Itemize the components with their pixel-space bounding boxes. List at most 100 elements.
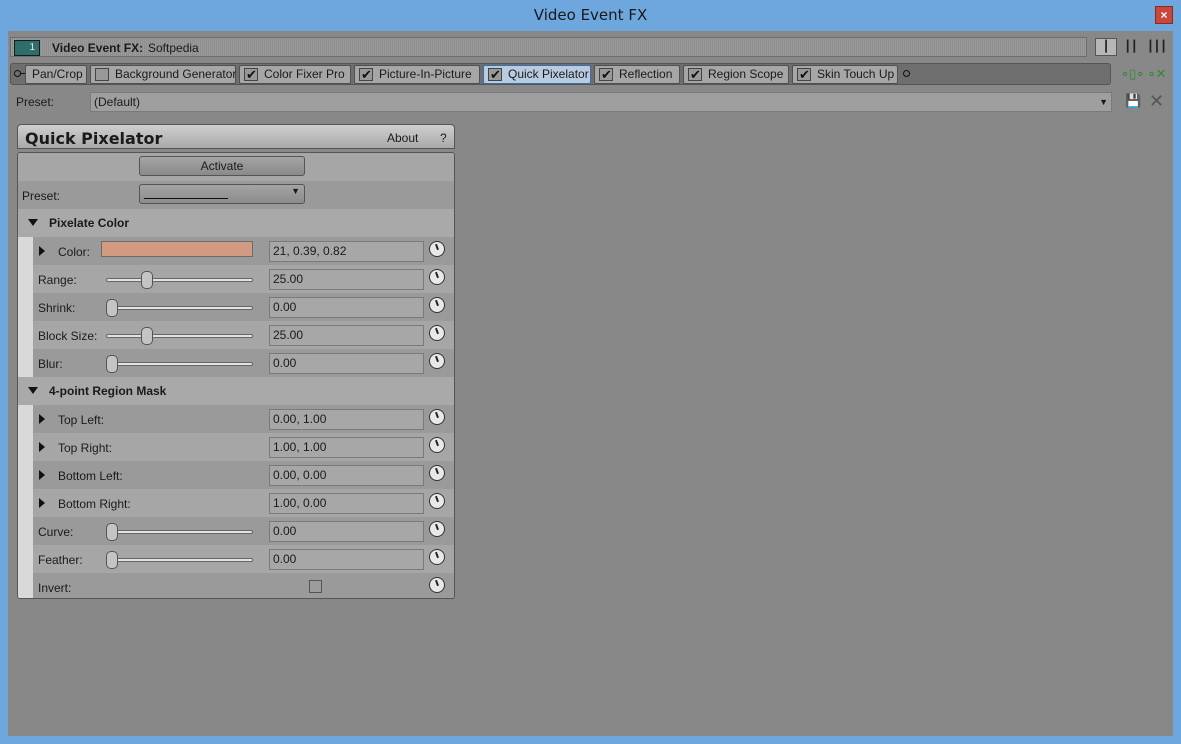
keyframe-clock-icon[interactable] xyxy=(429,353,445,369)
chain-remove-icon[interactable]: ∘✕ xyxy=(1147,66,1167,82)
row-gutter xyxy=(18,433,33,461)
fx-enable-checkbox[interactable] xyxy=(688,66,702,83)
fx-button[interactable]: Skin Touch Up xyxy=(792,65,898,84)
row-gutter xyxy=(18,517,33,545)
param-value-field[interactable]: 1.00, 1.00 xyxy=(269,437,424,458)
fx-button-label: Background Generator xyxy=(115,67,237,81)
slider-thumb[interactable] xyxy=(106,551,118,569)
keyframe-clock-icon[interactable] xyxy=(429,437,445,453)
param-slider[interactable] xyxy=(106,271,253,289)
param-value-field[interactable]: 0.00, 0.00 xyxy=(269,465,424,486)
fx-button-label: Picture-In-Picture xyxy=(379,67,472,81)
fx-enable-checkbox[interactable] xyxy=(599,66,613,83)
param-value-field[interactable]: 1.00, 0.00 xyxy=(269,493,424,514)
fx-header: 1 Video Event FX: Softpedia xyxy=(10,37,1087,57)
keyframe-clock-icon[interactable] xyxy=(429,241,445,257)
window-title: Video Event FX xyxy=(533,6,648,24)
keyframe-clock-icon[interactable] xyxy=(429,269,445,285)
row-gutter xyxy=(18,405,33,433)
invert-checkbox[interactable] xyxy=(309,580,322,593)
param-row: Top Right: 1.00, 1.00 xyxy=(18,433,454,461)
expand-triangle-icon[interactable] xyxy=(39,470,45,480)
fx-button[interactable]: Background Generator xyxy=(90,65,236,84)
fx-button-label: Reflection xyxy=(619,67,673,81)
param-value-field[interactable]: 0.00 xyxy=(269,353,424,374)
param-value-field[interactable]: 0.00 xyxy=(269,549,424,570)
slider-thumb[interactable] xyxy=(106,299,118,317)
fx-enable-checkbox[interactable] xyxy=(359,66,373,83)
delete-preset-icon[interactable]: ✕ xyxy=(1149,92,1164,110)
fx-enable-checkbox[interactable] xyxy=(488,66,502,83)
fx-enable-checkbox[interactable] xyxy=(95,68,109,81)
keyframe-clock-icon[interactable] xyxy=(429,549,445,565)
color-swatch[interactable] xyxy=(101,241,253,257)
track-icon: 1 xyxy=(14,40,40,56)
row-gutter xyxy=(18,237,33,265)
plugin-header: Quick Pixelator About ? xyxy=(17,124,455,149)
fx-enable-checkbox[interactable] xyxy=(244,66,258,83)
fx-button[interactable]: Reflection xyxy=(594,65,680,84)
preset-dropdown[interactable]: (Default) ▼ xyxy=(90,92,1112,112)
view-single-icon[interactable]: ┃ xyxy=(1095,38,1117,56)
collapse-triangle-icon[interactable] xyxy=(28,387,38,394)
plugin-preset-row: Preset: ▼ xyxy=(18,181,454,209)
section-title: 4-point Region Mask xyxy=(49,384,167,398)
help-link[interactable]: ? xyxy=(440,131,447,145)
fx-button[interactable]: Picture-In-Picture xyxy=(354,65,480,84)
fx-button[interactable]: Color Fixer Pro xyxy=(239,65,351,84)
fx-button-label: Region Scope xyxy=(708,67,784,81)
section-header[interactable]: Pixelate Color xyxy=(18,209,454,237)
chain-end-icon xyxy=(903,70,910,77)
slider-thumb[interactable] xyxy=(106,523,118,541)
keyframe-clock-icon[interactable] xyxy=(429,521,445,537)
keyframe-clock-icon[interactable] xyxy=(429,297,445,313)
expand-triangle-icon[interactable] xyxy=(39,442,45,452)
slider-thumb[interactable] xyxy=(141,271,154,289)
fx-button[interactable]: Quick Pixelator xyxy=(483,65,591,84)
expand-triangle-icon[interactable] xyxy=(39,246,45,256)
fx-button[interactable]: Pan/Crop xyxy=(25,65,87,84)
param-slider[interactable] xyxy=(106,327,253,345)
fx-header-label: Video Event FX: xyxy=(52,41,144,55)
param-value-field[interactable]: 0.00 xyxy=(269,297,424,318)
section-header[interactable]: 4-point Region Mask xyxy=(18,377,454,405)
param-slider[interactable] xyxy=(106,299,253,317)
save-preset-icon[interactable]: 💾 xyxy=(1125,94,1141,108)
keyframe-clock-icon[interactable] xyxy=(429,465,445,481)
param-label: Invert: xyxy=(38,581,72,595)
expand-triangle-icon[interactable] xyxy=(39,414,45,424)
plugin-preset-dropdown[interactable]: ▼ xyxy=(139,184,305,204)
param-slider[interactable] xyxy=(106,523,253,541)
keyframe-clock-icon[interactable] xyxy=(429,493,445,509)
param-value-field[interactable]: 21, 0.39, 0.82 xyxy=(269,241,424,262)
view-double-icon[interactable]: ┃┃ xyxy=(1120,38,1142,56)
fx-enable-checkbox[interactable] xyxy=(797,66,811,83)
row-gutter xyxy=(18,461,33,489)
row-gutter xyxy=(18,573,33,598)
slider-thumb[interactable] xyxy=(141,327,154,345)
fx-button[interactable]: Region Scope xyxy=(683,65,789,84)
about-link[interactable]: About xyxy=(387,131,418,145)
collapse-triangle-icon[interactable] xyxy=(28,219,38,226)
param-slider[interactable] xyxy=(106,551,253,569)
chevron-down-icon: ▼ xyxy=(1099,97,1108,107)
param-value-field[interactable]: 0.00, 1.00 xyxy=(269,409,424,430)
close-button[interactable]: × xyxy=(1155,6,1173,24)
param-value-field[interactable]: 25.00 xyxy=(269,325,424,346)
keyframe-clock-icon[interactable] xyxy=(429,577,445,593)
plugin-title: Quick Pixelator xyxy=(25,129,163,148)
param-slider[interactable] xyxy=(106,355,253,373)
keyframe-clock-icon[interactable] xyxy=(429,409,445,425)
chevron-down-icon: ▼ xyxy=(291,186,300,196)
view-triple-icon[interactable]: ┃┃┃ xyxy=(1146,38,1168,56)
slider-thumb[interactable] xyxy=(106,355,118,373)
param-row: Feather: 0.00 xyxy=(18,545,454,573)
param-label: Bottom Right: xyxy=(58,497,131,511)
activate-button[interactable]: Activate xyxy=(139,156,305,176)
param-value-field[interactable]: 25.00 xyxy=(269,269,424,290)
fx-button-label: Skin Touch Up xyxy=(817,67,895,81)
keyframe-clock-icon[interactable] xyxy=(429,325,445,341)
param-value-field[interactable]: 0.00 xyxy=(269,521,424,542)
expand-triangle-icon[interactable] xyxy=(39,498,45,508)
chain-add-icon[interactable]: ∘▯∘ xyxy=(1121,66,1144,82)
